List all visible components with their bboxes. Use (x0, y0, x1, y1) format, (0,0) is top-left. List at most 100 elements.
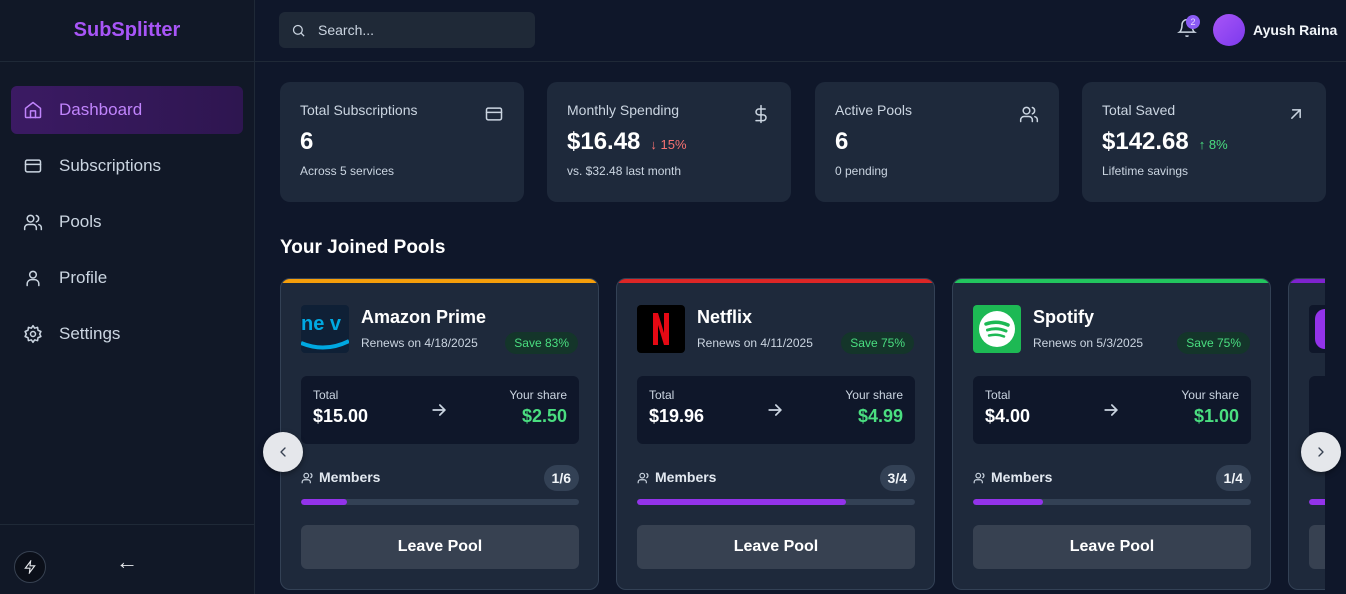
search-input[interactable] (318, 22, 518, 38)
share-price: $2.50 (521, 406, 567, 426)
notification-badge: 2 (1186, 15, 1200, 29)
avatar[interactable] (1213, 14, 1245, 46)
stat-value-row: $142.68 ↑ 8% (1102, 128, 1306, 156)
amazon-prime-logo-icon: ne v (301, 305, 349, 353)
pool-card-amazon-prime: ne v Amazon Prime Renews on 4/18/2025 Sa… (280, 278, 599, 590)
renewal-date: Renews on 5/3/2025 (1033, 336, 1144, 350)
share-price: $1.00 (1193, 406, 1239, 426)
sidebar-item-label: Settings (59, 324, 121, 343)
home-icon (24, 101, 42, 119)
stat-value: 6 (300, 128, 314, 155)
stat-subtext: Across 5 services (300, 164, 395, 178)
stat-change-up: ↑ 8% (1198, 137, 1228, 152)
card-accent-bar (953, 279, 1270, 283)
sidebar-item-dashboard[interactable]: Dashboard (11, 86, 243, 134)
arrow-right-icon (765, 400, 785, 420)
sidebar-nav: Dashboard Subscriptions Pools Profile Se… (0, 62, 254, 358)
stat-subtext: Lifetime savings (1102, 164, 1189, 178)
sidebar-item-settings[interactable]: Settings (11, 310, 243, 358)
chevron-right-icon (1318, 447, 1324, 457)
arrow-up-right-icon (1286, 104, 1306, 124)
users-icon (1019, 104, 1039, 124)
stat-title: Total Saved (1102, 102, 1176, 118)
leave-pool-button[interactable]: Leave Pool (973, 525, 1251, 569)
gear-icon (24, 324, 42, 344)
pool-name: Spotify (1033, 307, 1094, 327)
search-bar[interactable] (279, 12, 535, 48)
sidebar-item-pools[interactable]: Pools (11, 198, 243, 246)
credit-card-icon (24, 159, 42, 173)
carousel-next-button[interactable] (1301, 432, 1341, 472)
members-progress (637, 499, 915, 505)
leave-pool-button[interactable]: Leave Pool (637, 525, 915, 569)
users-icon (23, 214, 43, 231)
sidebar-item-label: Dashboard (59, 100, 143, 119)
brand-logo[interactable]: SubSplitter (0, 0, 254, 62)
stat-value: 6 (835, 128, 849, 155)
share-price: $4.99 (857, 406, 903, 426)
total-price: $19.96 (649, 406, 705, 426)
dollar-icon (751, 104, 771, 124)
pools-carousel: ne v Amazon Prime Renews on 4/18/2025 Sa… (280, 278, 1325, 594)
card-accent-bar (281, 279, 598, 283)
share-label: Your share (1181, 388, 1239, 402)
members-row: Members 1/4 (973, 465, 1251, 491)
progress-fill (637, 499, 846, 505)
leave-pool-button[interactable] (1309, 525, 1325, 569)
stat-title: Monthly Spending (567, 102, 680, 118)
card-accent-bar (617, 279, 934, 283)
members-row: Members 1/6 (301, 465, 579, 491)
members-label: Members (319, 469, 381, 485)
bolt-button[interactable] (14, 551, 46, 583)
members-progress (1309, 499, 1325, 505)
stat-card-monthly-spending: Monthly Spending $16.48 ↓ 15% vs. $32.48 … (547, 82, 791, 202)
renewal-date: Renews on 4/11/2025 (697, 336, 813, 350)
stat-title: Active Pools (835, 102, 913, 118)
card-accent-bar (1289, 279, 1325, 283)
credit-card-icon (484, 104, 504, 124)
sidebar-item-label: Subscriptions (59, 156, 162, 175)
stat-change-down: ↓ 15% (650, 137, 687, 152)
pool-name: Amazon Prime (361, 307, 487, 327)
notifications-button[interactable]: 2 (1177, 15, 1200, 40)
sidebar-item-profile[interactable]: Profile (11, 254, 243, 302)
stat-card-active-pools: Active Pools 6 0 pending (815, 82, 1059, 202)
total-label: Total (985, 388, 1011, 402)
members-progress (301, 499, 579, 505)
stat-title: Total Subscriptions (300, 102, 418, 118)
sidebar-item-subscriptions[interactable]: Subscriptions (11, 142, 243, 190)
progress-fill (301, 499, 348, 505)
members-count: 1/4 (1215, 465, 1251, 491)
app-logo-icon (1309, 305, 1325, 353)
collapse-sidebar-button[interactable]: ← (116, 549, 138, 575)
sidebar-item-label: Pools (59, 212, 102, 231)
members-count: 1/6 (543, 465, 579, 491)
members-row: Members 3/4 (637, 465, 915, 491)
netflix-logo-icon (637, 305, 685, 353)
pool-name: Netflix (697, 307, 753, 327)
progress-fill (1309, 499, 1325, 505)
total-label: Total (313, 388, 339, 402)
members-label: Members (655, 469, 717, 485)
total-label: Total (649, 388, 675, 402)
logo-text: ne v (301, 313, 342, 335)
pool-card-netflix: Netflix Renews on 4/11/2025 Save 75% Tot… (616, 278, 935, 590)
carousel-prev-button[interactable] (263, 432, 303, 472)
renewal-date: Renews on 4/18/2025 (361, 336, 478, 350)
price-box: Total Your share $15.00 $2.50 (301, 376, 579, 444)
stat-card-total-subscriptions: Total Subscriptions 6 Across 5 services (280, 82, 524, 202)
arrow-right-icon (1101, 400, 1121, 420)
stat-subtext: 0 pending (835, 164, 888, 178)
leave-pool-button[interactable]: Leave Pool (301, 525, 579, 569)
stat-value-row: 6 (835, 128, 1039, 156)
users-icon (637, 472, 649, 484)
stat-card-total-saved: Total Saved $142.68 ↑ 8% Lifetime savings (1082, 82, 1326, 202)
user-name[interactable]: Ayush Raina (1253, 22, 1337, 38)
chevron-left-icon (280, 447, 286, 457)
stat-value-row: $16.48 ↓ 15% (567, 128, 771, 156)
lightning-icon (24, 560, 36, 574)
pool-card-spotify: Spotify Renews on 5/3/2025 Save 75% Tota… (952, 278, 1271, 590)
save-badge: Save 75% (841, 332, 914, 354)
stat-value-row: 6 (300, 128, 504, 156)
section-title: Your Joined Pools (280, 237, 446, 258)
